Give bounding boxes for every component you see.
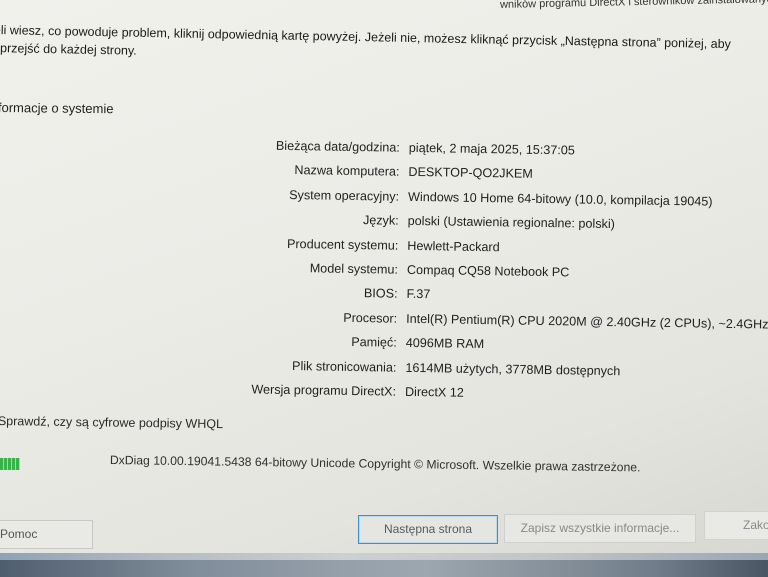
- system-info-table: Bieżąca data/godzina: piątek, 2 maja 202…: [96, 136, 768, 414]
- info-label: Procesor:: [343, 310, 398, 326]
- info-label: Model systemu:: [309, 261, 399, 277]
- info-label: Producent systemu:: [286, 236, 399, 253]
- info-value: 4096MB RAM: [405, 335, 485, 352]
- info-label: Pamięć:: [351, 335, 397, 350]
- exit-button[interactable]: Zakończ: [704, 511, 768, 540]
- info-value: DirectX 12: [404, 384, 464, 400]
- dxdiag-window: wników programu DirectX i sterowników za…: [0, 0, 768, 577]
- info-label: BIOS:: [363, 286, 398, 302]
- info-label: Bieżąca data/godzina:: [275, 138, 400, 155]
- info-label: Nazwa komputera:: [294, 163, 400, 180]
- info-value: Hewlett-Packard: [407, 238, 500, 254]
- intro-text-line-2: i przejść do każdej strony.: [0, 41, 137, 58]
- next-page-button[interactable]: Następna strona: [358, 515, 498, 544]
- info-value: piątek, 2 maja 2025, 15:37:05: [408, 140, 575, 158]
- taskbar-shadow: [0, 560, 768, 577]
- save-all-info-button[interactable]: Zapisz wszystkie informacje...: [504, 514, 696, 543]
- info-value: 1614MB użytych, 3778MB dostępnych: [405, 360, 621, 378]
- copyright-text: DxDiag 10.00.19041.5438 64-bitowy Unicod…: [109, 453, 641, 475]
- info-label: System operacyjny:: [289, 187, 400, 204]
- info-label: Język:: [362, 213, 399, 228]
- whql-check-label[interactable]: Sprawdź, czy są cyfrowe podpisy WHQL: [0, 414, 223, 431]
- info-value: DESKTOP-QO2JKEM: [408, 165, 533, 182]
- info-value: polski (Ustawienia regionalne: polski): [407, 214, 615, 232]
- info-value: Compaq CQ58 Notebook PC: [406, 262, 570, 280]
- system-info-heading: formacje o systemie: [0, 100, 114, 117]
- info-value: F.37: [406, 287, 431, 302]
- help-button[interactable]: Pomoc: [0, 520, 93, 549]
- info-label: Plik stronicowania:: [292, 358, 397, 375]
- progress-bar: [0, 458, 20, 470]
- tab-header-text: wników programu DirectX i sterowników za…: [499, 0, 768, 11]
- info-label: Wersja programu DirectX:: [251, 382, 397, 399]
